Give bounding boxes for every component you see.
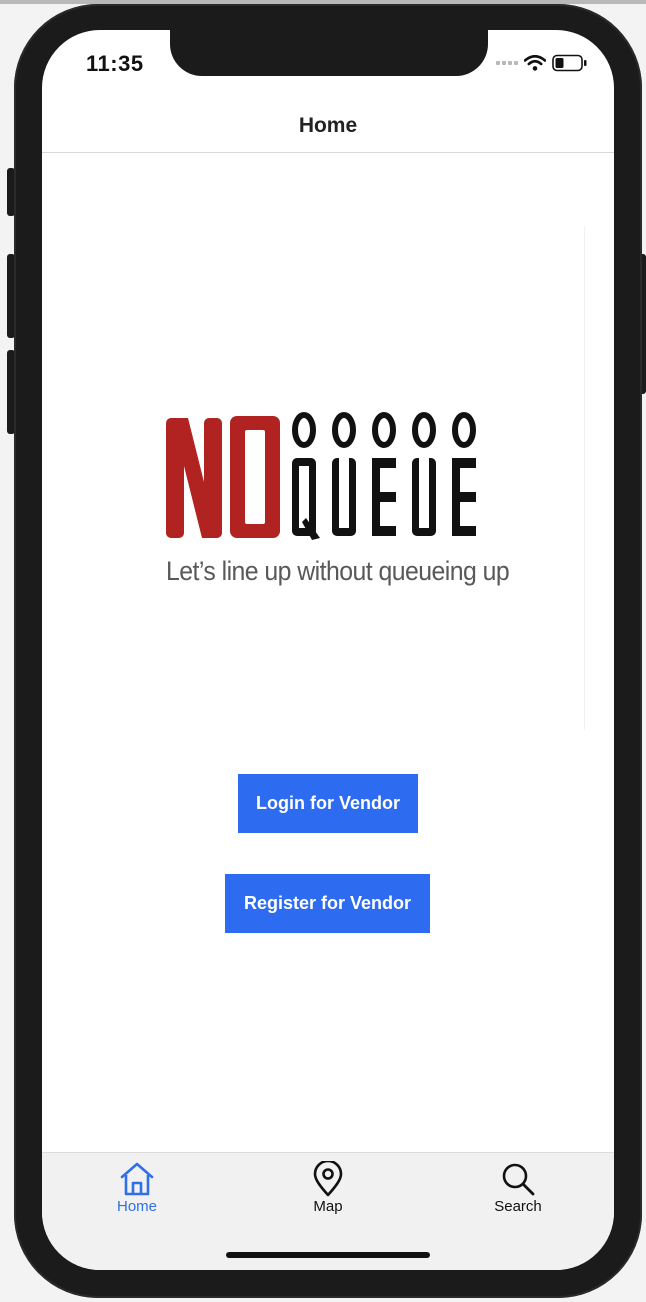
wifi-icon: [524, 55, 546, 71]
noqueue-logo: [166, 412, 476, 540]
status-indicators: [496, 54, 588, 72]
logo-letter-n: [166, 418, 222, 538]
search-icon: [502, 1163, 535, 1196]
navigation-bar: Home: [42, 100, 614, 153]
logo-panel: Let’s line up without queueing up: [42, 226, 585, 730]
device-frame: 11:35 Home Let’s line up without queuein…: [0, 0, 646, 1302]
page-title: Home: [298, 114, 358, 137]
battery-icon: [552, 54, 587, 72]
logo-queue-word: [292, 458, 476, 540]
status-time: 11:35: [86, 51, 144, 76]
home-icon: [120, 1162, 154, 1196]
tab-search[interactable]: Search: [458, 1161, 578, 1215]
notch: [170, 30, 488, 76]
tab-home[interactable]: Home: [77, 1161, 197, 1215]
tab-map-label: Map: [313, 1198, 343, 1215]
register-for-vendor-button[interactable]: Register for Vendor: [225, 874, 430, 933]
tab-home-label: Home: [116, 1198, 157, 1215]
map-pin-icon: [313, 1161, 343, 1197]
login-for-vendor-button[interactable]: Login for Vendor: [238, 774, 418, 833]
home-indicator[interactable]: [226, 1252, 430, 1258]
logo-letter-o: [230, 416, 280, 538]
tab-search-label: Search: [494, 1198, 542, 1215]
logo-tagline: Let’s line up without queueing up: [166, 556, 510, 586]
tab-map[interactable]: Map: [268, 1161, 388, 1215]
app-screen: 11:35 Home Let’s line up without queuein…: [42, 30, 614, 1270]
logo-dots-row: [292, 412, 476, 448]
cellular-signal-icon: [496, 61, 518, 65]
